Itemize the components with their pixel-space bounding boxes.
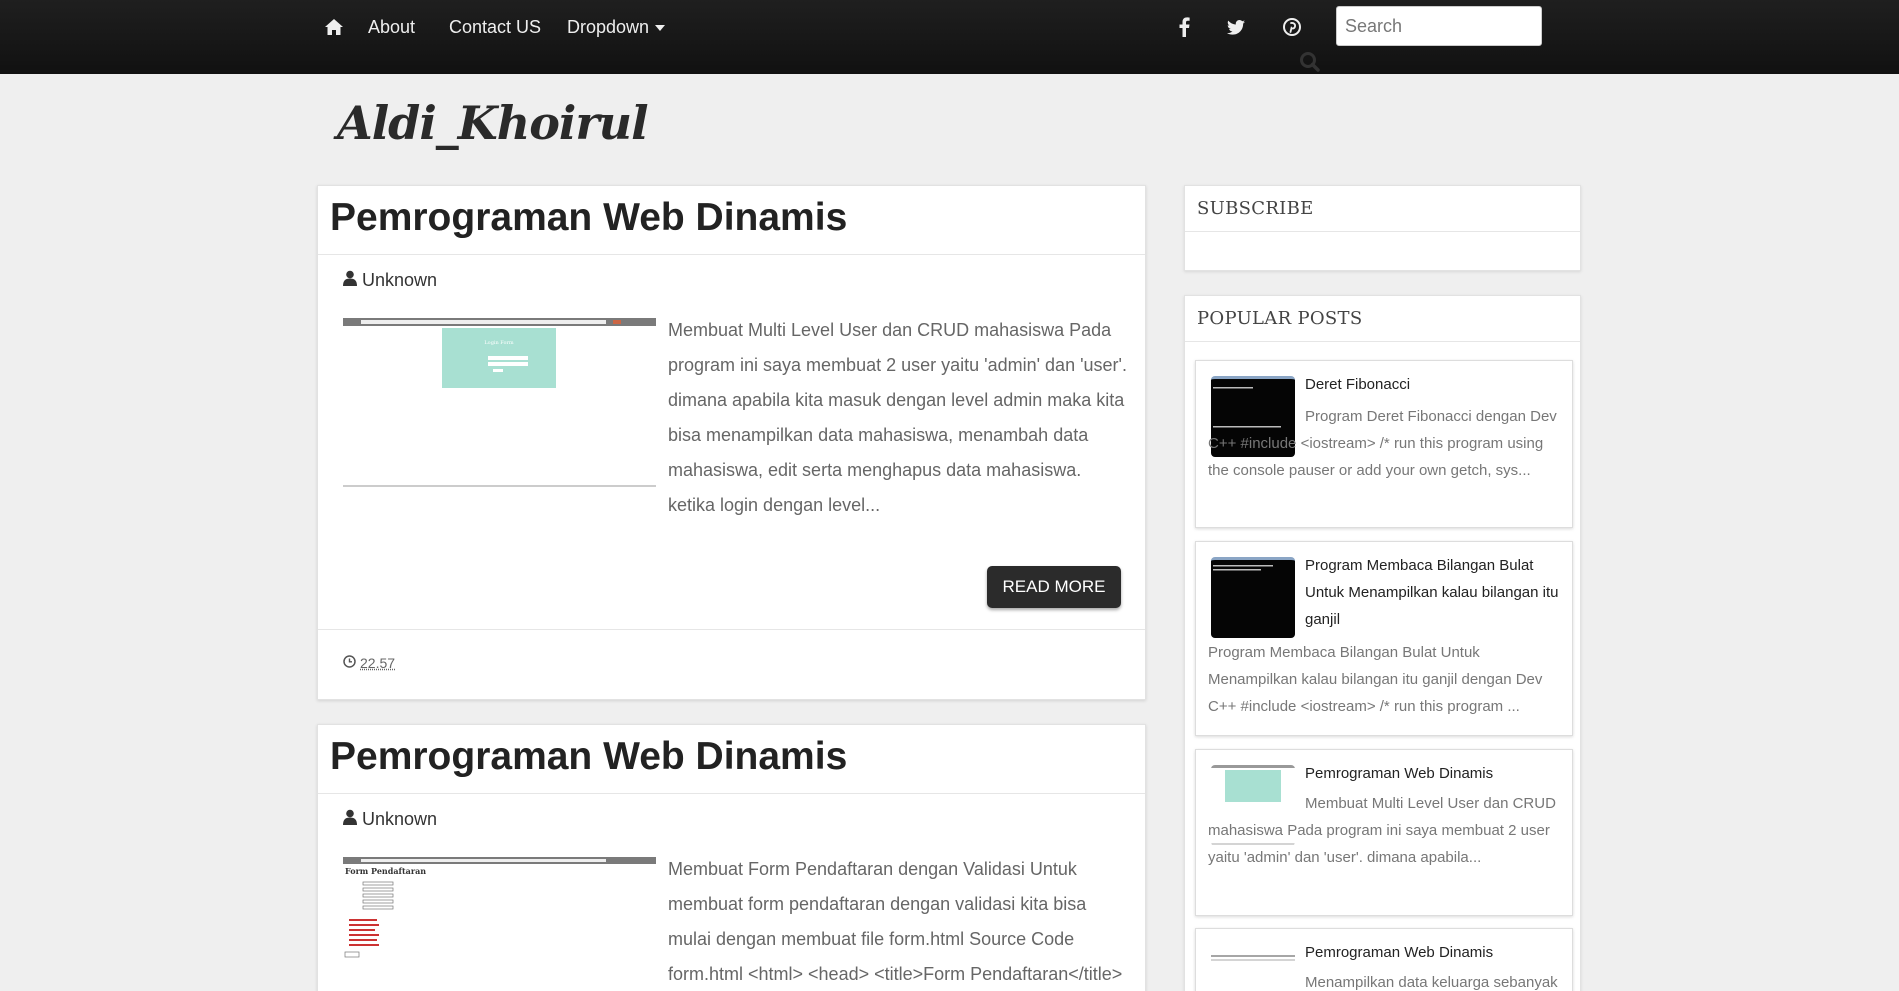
pinterest-icon[interactable] — [1278, 13, 1306, 41]
popular-post-item[interactable]: Pemrograman Web Dinamis Membuat Multi Le… — [1195, 749, 1573, 916]
popular-post-snippet: Menampilkan data keluarga sebanyak — [1305, 974, 1558, 991]
subscribe-widget: SUBSCRIBE — [1184, 185, 1581, 271]
search-icon[interactable] — [1299, 51, 1323, 73]
divider — [318, 254, 1145, 255]
timestamp-text[interactable]: 22.57 — [360, 655, 395, 671]
popular-post-item[interactable]: Program Membaca Bilangan Bulat Untuk Men… — [1195, 541, 1573, 736]
facebook-icon[interactable] — [1170, 13, 1198, 41]
post-card: Pemrograman Web Dinamis Unknown Form Pen… — [317, 724, 1146, 991]
post-author: Unknown — [343, 809, 437, 830]
post-author: Unknown — [343, 270, 437, 291]
author-name: Unknown — [362, 270, 438, 290]
author-name: Unknown — [362, 809, 438, 829]
post-timestamp[interactable]: 22.57 — [343, 655, 395, 671]
popular-posts-widget: POPULAR POSTS Deret Fibonacci Program De… — [1184, 295, 1581, 991]
post-card: Pemrograman Web Dinamis Unknown Login Fo… — [317, 185, 1146, 700]
post-thumbnail — [1211, 557, 1295, 638]
post-title[interactable]: Pemrograman Web Dinamis — [330, 196, 847, 240]
widget-title: POPULAR POSTS — [1185, 296, 1580, 342]
blog-title[interactable]: Aldi_Khoirul — [337, 96, 649, 150]
nav-dropdown[interactable]: Dropdown — [567, 14, 666, 40]
popular-post-title[interactable]: Pemrograman Web Dinamis — [1305, 760, 1565, 787]
popular-post-snippet: Membuat Multi Level User dan CRUD mahasi… — [1208, 795, 1556, 866]
post-snippet: Membuat Form Pendaftaran dengan Validasi… — [668, 859, 1123, 984]
caret-down-icon — [655, 25, 666, 32]
nav-about[interactable]: About — [368, 14, 415, 40]
twitter-icon[interactable] — [1222, 13, 1250, 41]
search-input[interactable] — [1336, 6, 1542, 46]
popular-post-title[interactable]: Deret Fibonacci — [1305, 371, 1565, 398]
thumbnail-heading: Form Pendaftaran — [345, 866, 427, 876]
divider — [318, 793, 1145, 794]
popular-post-snippet: Program Deret Fibonacci dengan Dev C++ #… — [1208, 408, 1557, 479]
user-icon — [343, 270, 357, 291]
popular-post-item[interactable]: Deret Fibonacci Program Deret Fibonacci … — [1195, 360, 1573, 528]
clock-icon — [343, 655, 356, 671]
widget-title: SUBSCRIBE — [1185, 186, 1580, 232]
popular-post-title[interactable]: Pemrograman Web Dinamis — [1305, 939, 1565, 966]
home-icon[interactable] — [323, 17, 345, 37]
user-icon — [343, 809, 357, 830]
nav-dropdown-label: Dropdown — [567, 17, 650, 37]
nav-contact-us[interactable]: Contact US — [449, 14, 541, 40]
top-navbar: About Contact US Dropdown — [0, 0, 1899, 74]
thumbnail-heading: Login Form — [484, 340, 514, 346]
divider — [318, 629, 1145, 630]
popular-post-snippet: Program Membaca Bilangan Bulat Untuk Men… — [1208, 644, 1543, 715]
post-thumbnail[interactable]: Form Pendaftaran — [343, 857, 656, 991]
post-thumbnail[interactable]: Login Form — [343, 318, 656, 490]
read-more-button[interactable]: READ MORE — [987, 566, 1121, 608]
post-title[interactable]: Pemrograman Web Dinamis — [330, 735, 847, 779]
popular-post-item[interactable]: Pemrograman Web Dinamis Menampilkan data… — [1195, 928, 1573, 991]
post-snippet: Membuat Multi Level User dan CRUD mahasi… — [668, 320, 1127, 515]
popular-post-title[interactable]: Program Membaca Bilangan Bulat Untuk Men… — [1305, 552, 1565, 633]
